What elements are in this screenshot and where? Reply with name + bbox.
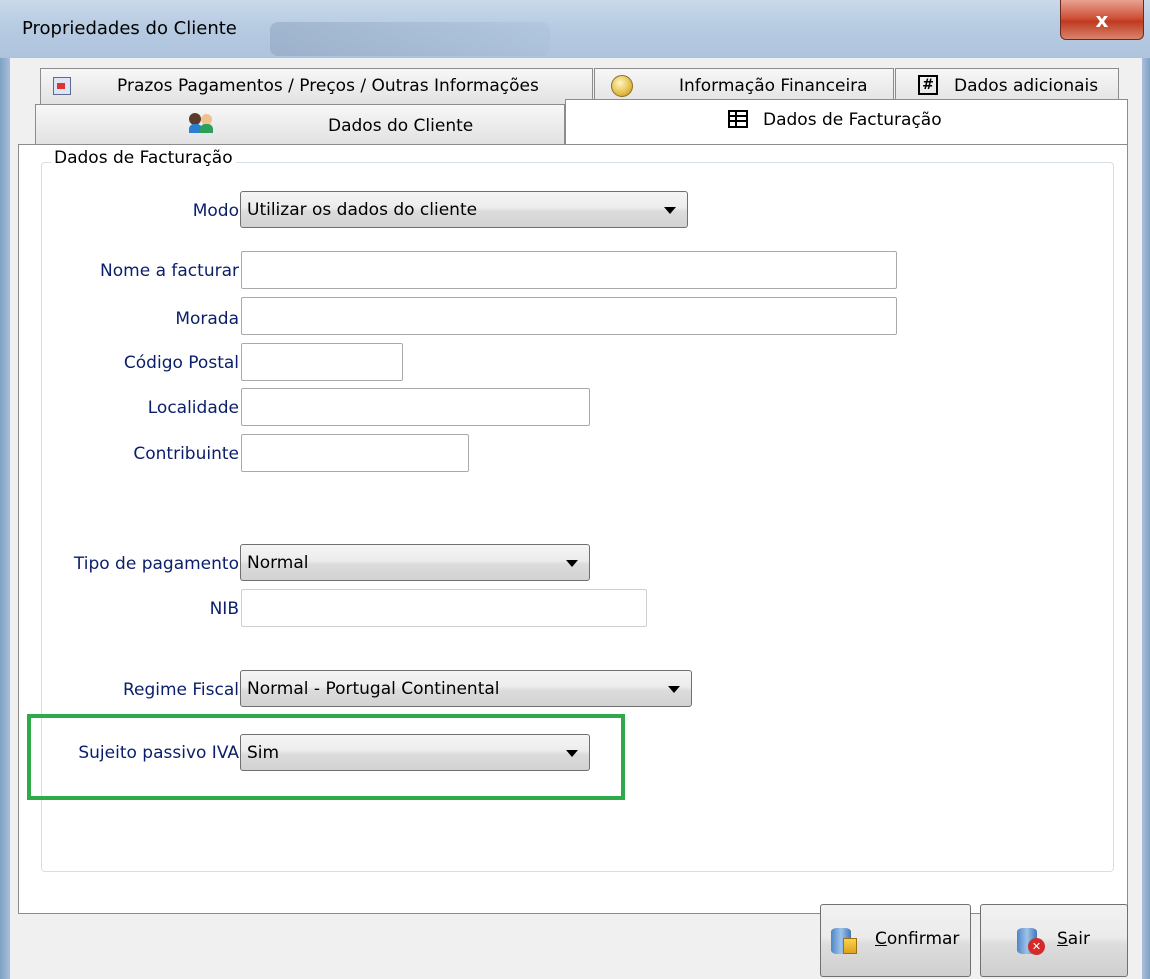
tab-label: Informação Financeira — [679, 76, 868, 96]
nome-label: Nome a facturar — [100, 261, 239, 281]
chevron-down-icon — [664, 207, 676, 214]
localidade-label: Localidade — [147, 398, 239, 418]
tab-label: Prazos Pagamentos / Preços / Outras Info… — [117, 76, 539, 96]
exit-button[interactable]: ✕ Sair — [980, 904, 1128, 977]
chevron-down-icon — [566, 750, 578, 757]
nib-field[interactable] — [241, 589, 647, 627]
database-delete-icon: ✕ — [1015, 926, 1047, 956]
window-frame-right — [1142, 58, 1150, 979]
window-title: Propriedades do Cliente — [22, 18, 237, 39]
regime-fiscal-value: Normal - Portugal Continental — [247, 679, 500, 699]
hash-icon: # — [918, 75, 938, 95]
tab-page-facturacao: Dados de Facturação Modo Utilizar os dad… — [18, 144, 1128, 914]
chevron-down-icon — [566, 560, 578, 567]
clock-icon — [611, 75, 633, 97]
window-frame-left — [0, 58, 10, 979]
regime-fiscal-label: Regime Fiscal — [122, 680, 239, 700]
title-bar: Propriedades do Cliente x — [0, 0, 1150, 58]
nome-field[interactable] — [241, 251, 897, 289]
tab-label: Dados adicionais — [954, 76, 1099, 96]
close-button[interactable]: x — [1060, 0, 1144, 40]
group-title: Dados de Facturação — [51, 148, 236, 168]
exit-label: Sair — [1057, 929, 1090, 949]
tab-dados-do-cliente[interactable]: Dados do Cliente — [35, 104, 565, 144]
background-ghost — [270, 22, 550, 56]
morada-field[interactable] — [241, 297, 897, 335]
tipo-pagamento-label: Tipo de pagamento — [73, 554, 239, 574]
calendar-icon — [53, 77, 71, 95]
users-icon — [189, 112, 215, 134]
nib-label: NIB — [209, 599, 239, 619]
morada-label: Morada — [175, 309, 239, 329]
regime-fiscal-select[interactable]: Normal - Portugal Continental — [240, 670, 692, 707]
table-icon — [728, 110, 748, 128]
tipo-pagamento-select[interactable]: Normal — [240, 544, 590, 581]
tab-prazos-pagamentos[interactable]: Prazos Pagamentos / Preços / Outras Info… — [40, 68, 593, 104]
close-icon: x — [1095, 7, 1109, 32]
localidade-field[interactable] — [241, 388, 590, 426]
chevron-down-icon — [668, 686, 680, 693]
contribuinte-field[interactable] — [241, 434, 469, 472]
sujeito-passivo-label: Sujeito passivo IVA — [78, 743, 239, 763]
codigo-postal-label: Código Postal — [123, 353, 239, 373]
database-edit-icon — [829, 926, 861, 956]
modo-label: Modo — [192, 201, 239, 221]
tipo-pagamento-value: Normal — [247, 553, 309, 573]
sujeito-passivo-value: Sim — [247, 743, 280, 763]
tab-label: Dados de Facturação — [763, 110, 942, 130]
codigo-postal-field[interactable] — [241, 343, 403, 381]
sujeito-passivo-select[interactable]: Sim — [240, 734, 590, 771]
modo-select[interactable]: Utilizar os dados do cliente — [240, 191, 688, 228]
tab-label: Dados do Cliente — [328, 116, 474, 136]
confirm-label: Confirmar — [875, 929, 960, 949]
modo-value: Utilizar os dados do cliente — [247, 200, 478, 220]
tab-dados-de-facturacao[interactable]: Dados de Facturação — [565, 99, 1128, 146]
confirm-button[interactable]: Confirmar — [820, 904, 971, 977]
contribuinte-label: Contribuinte — [133, 444, 239, 464]
